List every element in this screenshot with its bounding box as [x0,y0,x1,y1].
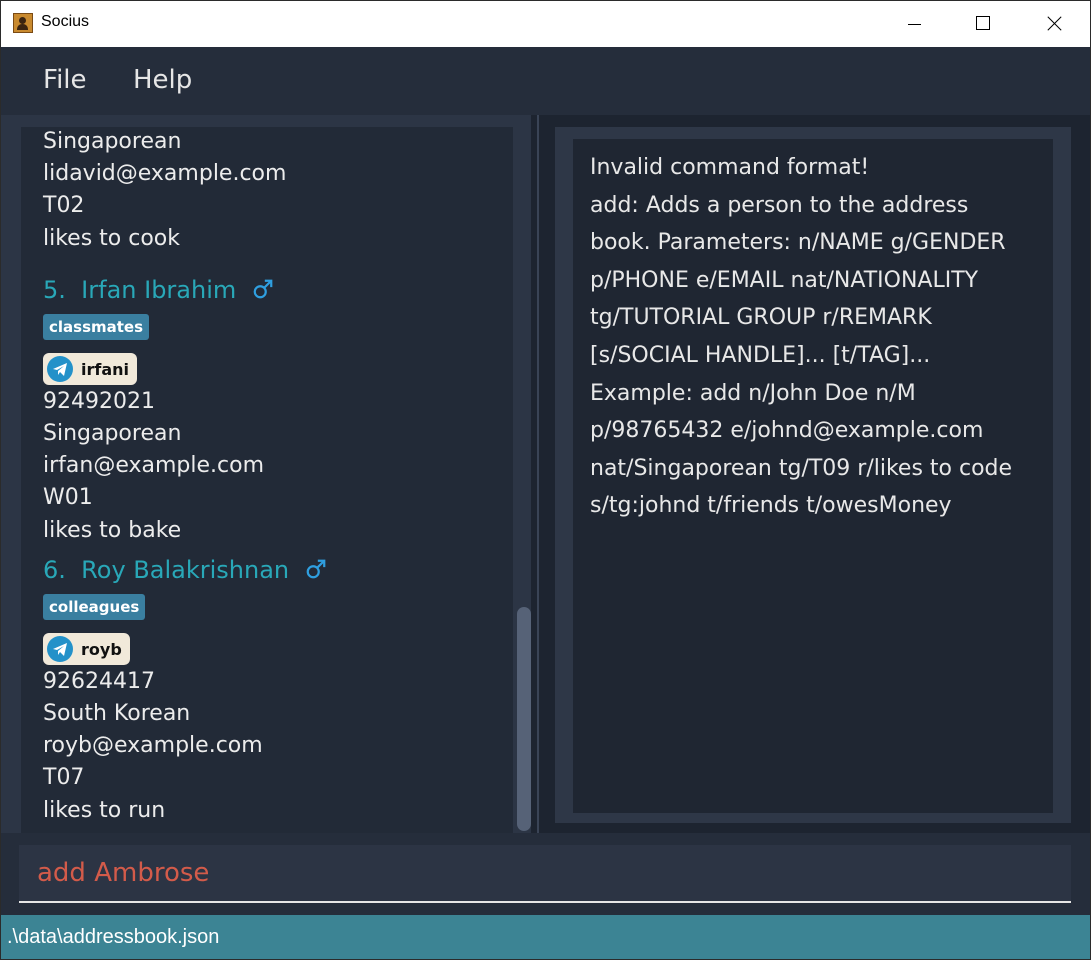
person-nationality: Singaporean [43,129,182,154]
maximize-button[interactable] [961,1,1007,47]
person-nationality: Singaporean [43,421,182,446]
scrollbar-thumb[interactable] [517,607,531,831]
save-location-path: .\data\addressbook.json [7,926,220,948]
menu-file[interactable]: File [43,65,87,95]
social-handle[interactable]: irfani [43,353,138,385]
person-remark: likes to run [43,798,166,823]
handle-text: royb [81,639,122,659]
split-divider[interactable] [537,115,539,833]
person-name: Roy Balakrishnan [81,556,290,584]
handle-text: irfani [81,359,130,379]
title-bar: Socius [1,1,1090,47]
menu-bar: File Help [1,47,1090,115]
menu-help[interactable]: Help [133,65,192,95]
person-phone: 92492021 [43,389,155,414]
person-name-row: 6. Roy Balakrishnan [43,556,327,584]
close-button[interactable] [1031,1,1077,47]
social-handle[interactable]: royb [43,633,130,665]
command-box-area [1,833,1090,915]
person-phone: 92624417 [43,669,155,694]
person-remark: likes to cook [43,226,181,251]
male-gender-icon [306,559,326,579]
person-email: irfan@example.com [43,453,264,478]
person-index: 6. [43,556,66,584]
person-nationality: South Korean [43,701,191,726]
telegram-icon [47,636,73,662]
person-list-scrollbar[interactable] [517,127,531,837]
person-tutorial-group: T02 [43,193,85,218]
person-index: 5. [43,276,66,304]
result-display[interactable]: Invalid command format! add: Adds a pers… [573,139,1053,813]
person-name: Irfan Ibrahim [81,276,237,304]
person-list[interactable]: Singaporean lidavid@example.com T02 like… [21,127,513,837]
tag-badge: classmates [43,314,150,340]
person-email: royb@example.com [43,733,263,758]
app-window: Socius File Help Singaporean lidavid@exa… [0,0,1091,960]
result-display-panel: Invalid command format! add: Adds a pers… [555,127,1071,823]
person-list-panel: Singaporean lidavid@example.com T02 like… [1,115,531,837]
person-remark: likes to bake [43,518,182,543]
window-title: Socius [41,13,90,30]
status-bar: .\data\addressbook.json [1,915,1090,959]
person-name-row: 5. Irfan Ibrahim [43,276,274,304]
person-email: lidavid@example.com [43,161,287,186]
person-tutorial-group: T07 [43,765,85,790]
male-gender-icon [253,279,273,299]
result-message: Invalid command format! add: Adds a pers… [590,155,1013,519]
minimize-button[interactable] [891,1,937,47]
telegram-icon [47,356,73,382]
app-logo-icon [13,13,33,33]
tag-badge: colleagues [43,594,146,620]
person-tutorial-group: W01 [43,485,93,510]
command-input[interactable] [19,845,1071,903]
